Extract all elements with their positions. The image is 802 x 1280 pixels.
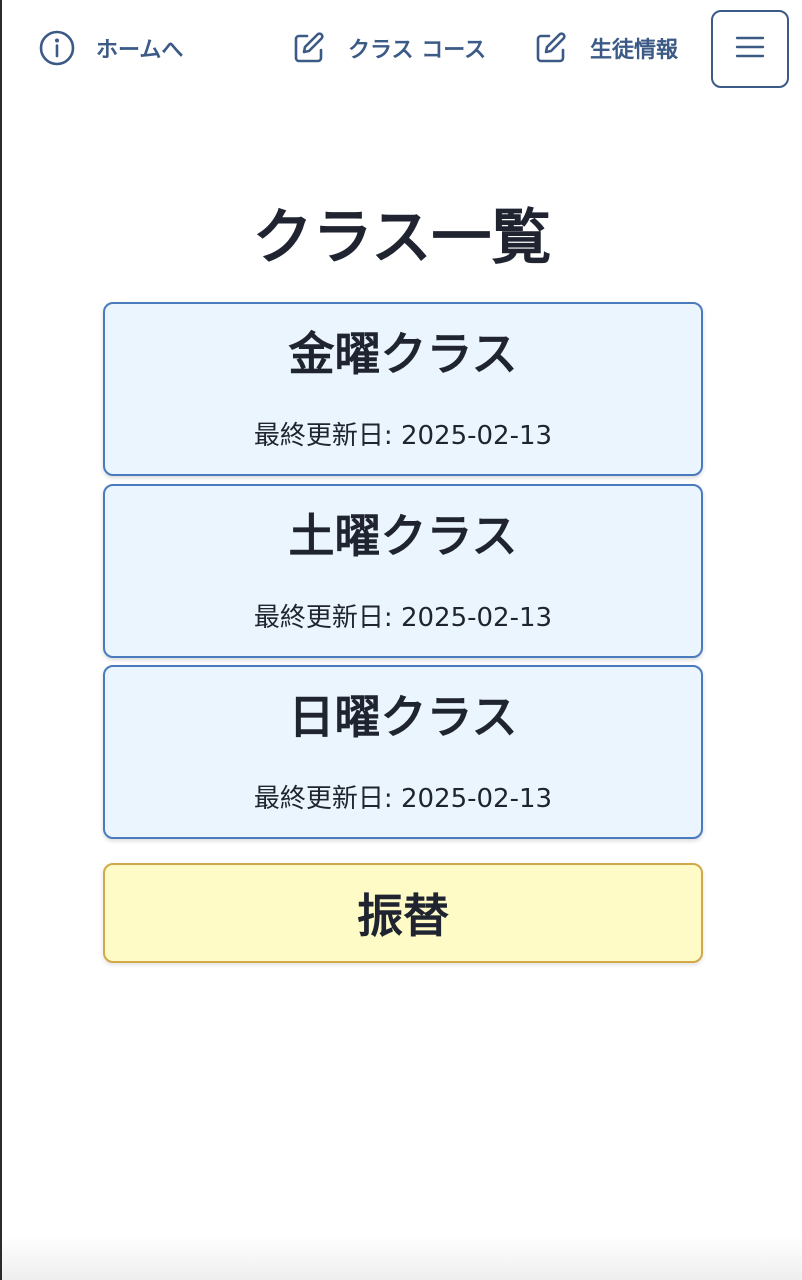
class-card-updated: 最終更新日: 2025-02-13	[105, 418, 701, 454]
class-card-title: 金曜クラス	[288, 327, 518, 381]
updated-label: 最終更新日:	[253, 421, 401, 451]
bottom-fade	[2, 1236, 802, 1280]
updated-label: 最終更新日:	[253, 603, 401, 633]
edit-icon	[532, 29, 570, 67]
transfer-button[interactable]: 振替	[103, 863, 703, 963]
page-title: クラス一覧	[252, 203, 552, 273]
class-card-title: 土曜クラス	[288, 509, 518, 563]
nav-home-link[interactable]: ホームへ	[38, 24, 183, 72]
updated-label: 最終更新日:	[253, 784, 401, 814]
nav-class-course-label: クラス コース	[348, 38, 487, 63]
top-navigation: ホームへ クラス コース 生徒情報	[2, 0, 802, 96]
class-card-updated: 最終更新日: 2025-02-13	[105, 600, 701, 636]
updated-date: 2025-02-13	[400, 421, 553, 451]
edit-icon	[290, 29, 328, 67]
nav-class-course-link[interactable]: クラス コース	[290, 24, 486, 72]
class-card-title: 日曜クラス	[288, 690, 518, 744]
updated-date: 2025-02-13	[400, 784, 553, 814]
updated-date: 2025-02-13	[400, 603, 553, 633]
nav-student-info-link[interactable]: 生徒情報	[532, 24, 678, 72]
class-card-saturday[interactable]: 土曜クラス 最終更新日: 2025-02-13	[103, 484, 703, 658]
info-circle-icon	[38, 29, 76, 67]
nav-student-info-label: 生徒情報	[590, 38, 679, 63]
hamburger-icon	[735, 36, 765, 62]
class-card-sunday[interactable]: 日曜クラス 最終更新日: 2025-02-13	[103, 665, 703, 839]
class-card-friday[interactable]: 金曜クラス 最終更新日: 2025-02-13	[103, 302, 703, 476]
menu-button[interactable]	[711, 10, 789, 88]
class-card-updated: 最終更新日: 2025-02-13	[105, 781, 701, 817]
nav-home-label: ホームへ	[96, 38, 184, 63]
